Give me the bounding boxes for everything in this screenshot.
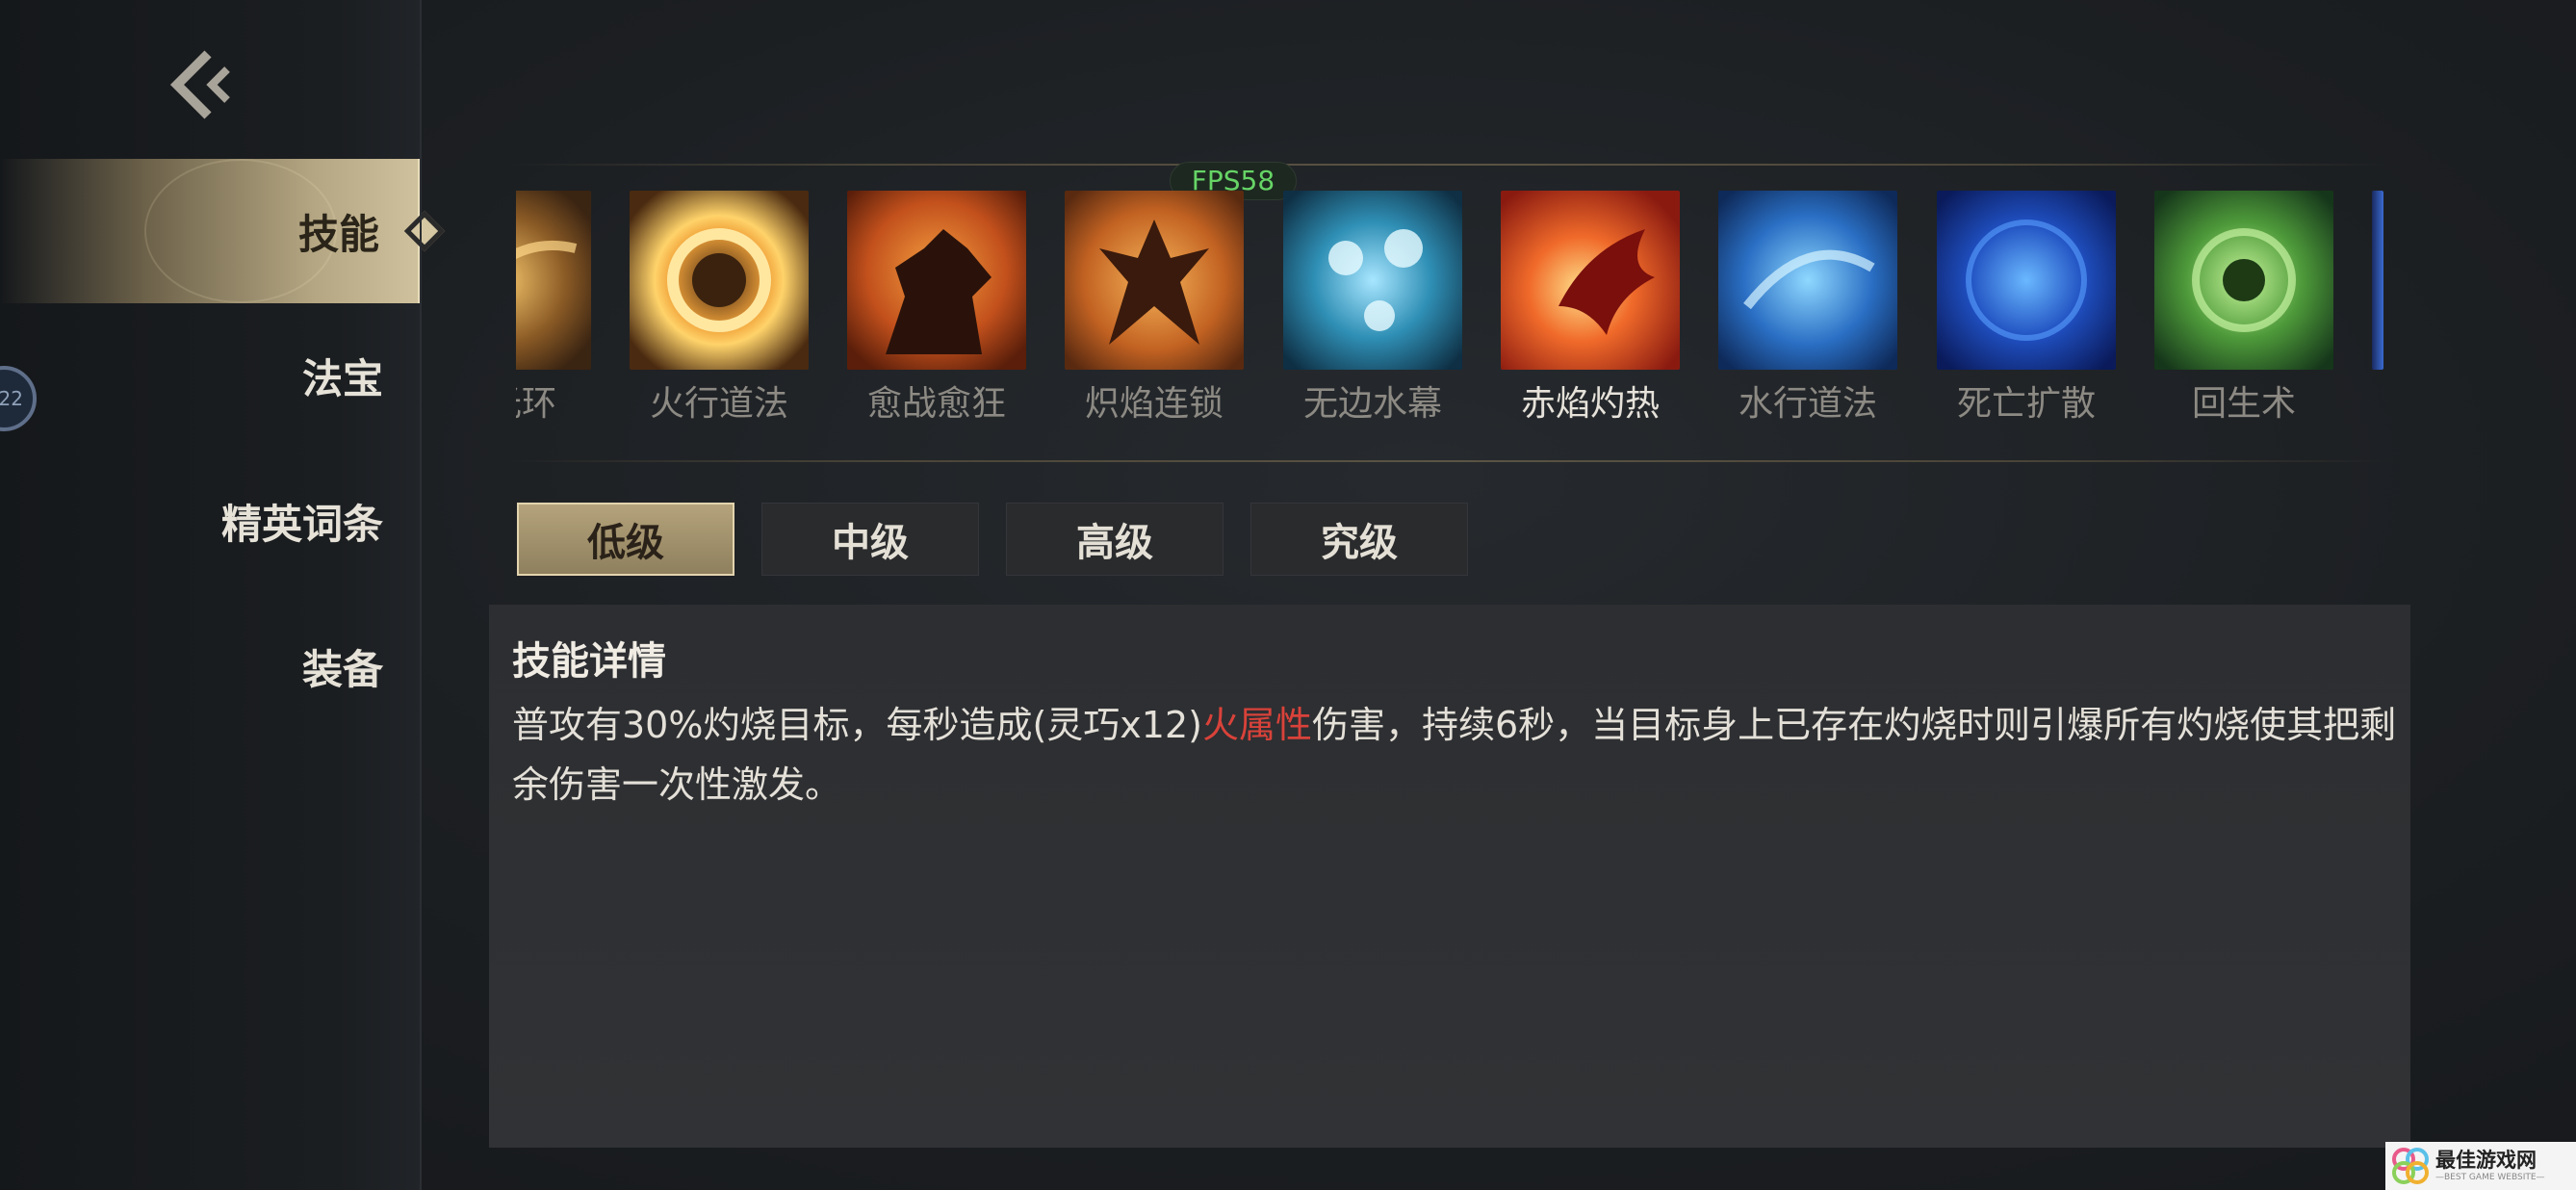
watermark-main-text: 最佳游戏网 (2435, 1149, 2537, 1172)
sidebar-item-label: 技能 (297, 210, 379, 258)
watermark-logo-icon (2392, 1148, 2429, 1184)
watermark: 最佳游戏网 —BEST GAME WEBSITE— (2385, 1142, 2576, 1190)
skill-item[interactable]: 赤焰灼热 (1501, 191, 1680, 426)
skill-item[interactable]: 火行道法 (630, 191, 809, 426)
tab-level-high[interactable]: 高级 (1006, 503, 1224, 576)
back-chevron-icon[interactable] (166, 48, 239, 121)
sidebar-item-elite-affix[interactable]: 精英词条 (0, 449, 422, 593)
skill-label: 死亡扩散 (1956, 384, 2096, 424)
water-curtain-icon (1283, 191, 1462, 370)
skill-item[interactable]: 炽焰连锁 (1065, 191, 1244, 426)
active-caret-icon (403, 210, 446, 252)
skill-label: 水行道法 (1738, 384, 1877, 424)
strip-bottom-divider (508, 460, 2390, 462)
skill-detail-panel: 技能详情 普攻有30%灼烧目标，每秒造成(灵巧x12)火属性伤害，持续6秒，当目… (489, 605, 2410, 1148)
sidebar-item-label: 法宝 (301, 354, 383, 402)
tab-level-mid[interactable]: 中级 (761, 503, 979, 576)
sidebar-item-treasure[interactable]: 法宝 (0, 303, 422, 448)
skill-item[interactable]: 水行道法 (1718, 191, 1897, 426)
flame-chain-icon (1065, 191, 1244, 370)
skill-item[interactable]: 回生术 (2154, 191, 2333, 426)
skill-item[interactable]: 愈战愈狂 (847, 191, 1026, 426)
tab-level-ultimate[interactable]: 究级 (1250, 503, 1468, 576)
water-spell-icon (1718, 191, 1897, 370)
skill-label: 火行道法 (649, 384, 788, 424)
tab-level-low[interactable]: 低级 (517, 503, 734, 576)
sidebar: 22 技能 法宝 精英词条 装备 (0, 0, 446, 1190)
death-spread-icon (1937, 191, 2116, 370)
sidebar-item-label: 装备 (301, 645, 383, 693)
skill-label: 光环 (516, 384, 557, 424)
fire-attribute-highlight: 火属性 (1201, 704, 1312, 746)
skill-label: 愈战愈狂 (866, 384, 1006, 424)
skill-item[interactable]: 死亡扩散 (1937, 191, 2116, 426)
red-flame-dragon-icon (1501, 191, 1680, 370)
skill-label: 无边水幕 (1302, 384, 1442, 424)
partial-skill-icon (2372, 191, 2383, 370)
golden-aura-icon (516, 191, 591, 370)
detail-description: 普攻有30%灼烧目标，每秒造成(灵巧x12)火属性伤害，持续6秒，当目标身上已存… (512, 695, 2399, 815)
skill-item[interactable]: 无边水幕 (1283, 191, 1462, 426)
detail-title: 技能详情 (512, 639, 666, 684)
sidebar-item-label: 精英词条 (220, 500, 383, 548)
sidebar-item-equipment[interactable]: 装备 (0, 594, 422, 738)
skill-label: 回生术 (2191, 384, 2296, 424)
berserk-warrior-icon (847, 191, 1026, 370)
fire-ring-icon (630, 191, 809, 370)
skill-label: 赤焰灼热 (1520, 384, 1660, 424)
skill-item[interactable]: 光环 (516, 191, 591, 426)
skill-label: 炽焰连锁 (1084, 384, 1224, 424)
watermark-sub-text: —BEST GAME WEBSITE— (2435, 1173, 2545, 1182)
revival-icon (2154, 191, 2333, 370)
description-text: 普攻有30%灼烧目标，每秒造成(灵巧x12) (512, 704, 1202, 746)
sidebar-item-skills[interactable]: 技能 (0, 159, 446, 303)
strip-top-divider (508, 164, 2390, 166)
skill-item-partial[interactable] (2372, 191, 2383, 370)
